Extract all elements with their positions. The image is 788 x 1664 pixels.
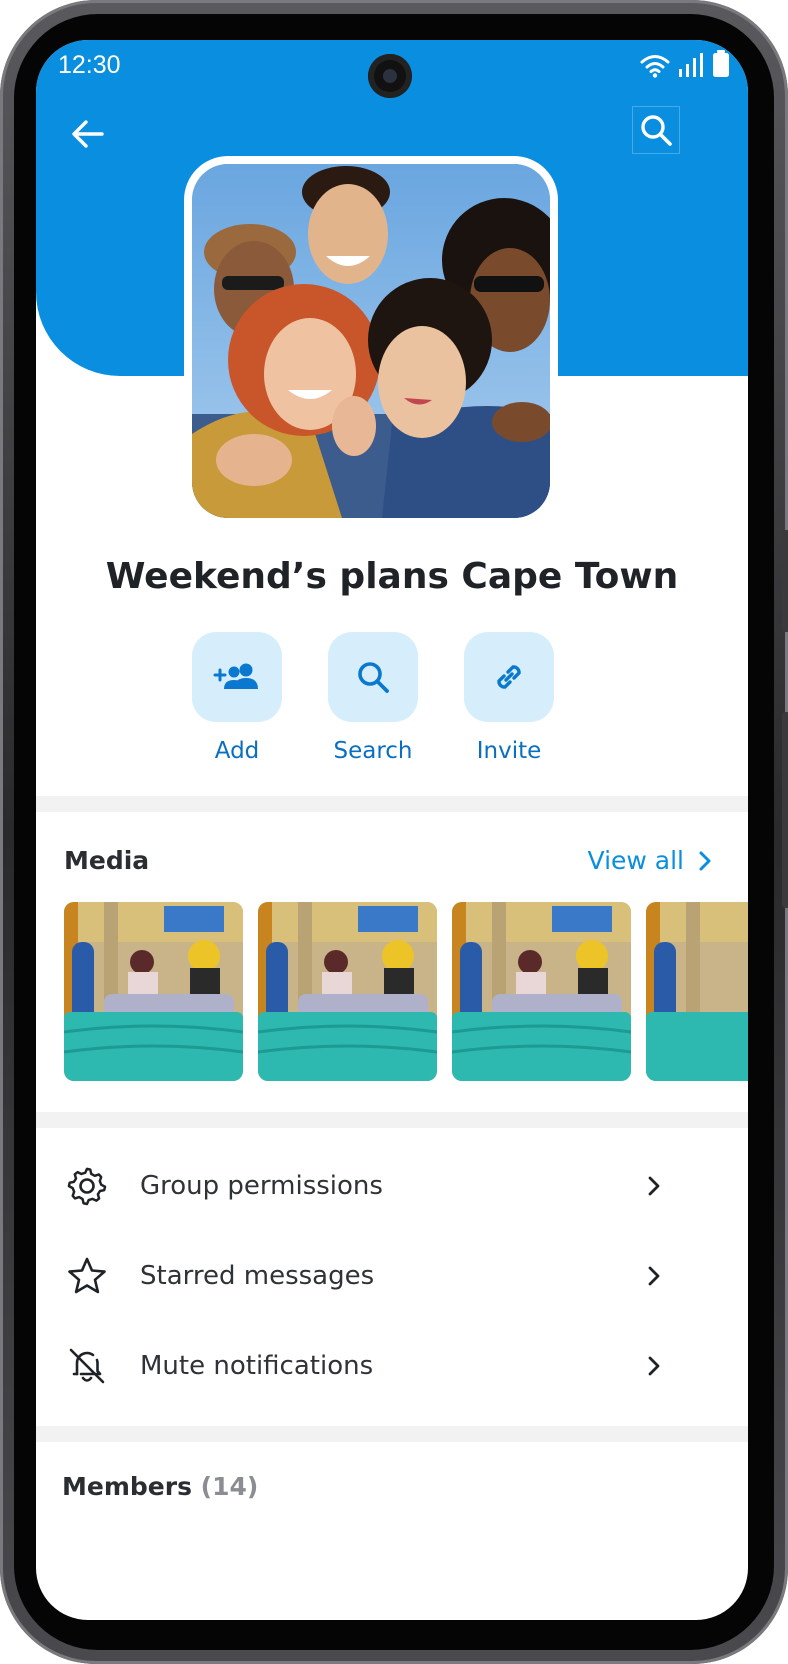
view-all-label: View all [587,846,684,875]
bell-off-icon [66,1345,108,1387]
search-action[interactable]: Search [328,632,418,764]
media-thumbnail[interactable] [258,902,437,1081]
group-title: Weekend’s plans Cape Town [105,556,679,597]
add-label: Add [214,738,260,764]
media-thumbnail[interactable] [646,902,748,1081]
chevron-right-icon [644,1261,664,1291]
menu-item-mute-notifications[interactable]: Mute notifications [36,1324,748,1408]
invite-action[interactable]: Invite [464,632,554,764]
status-time: 12:30 [58,51,121,79]
link-icon [497,665,521,689]
section-divider [36,796,748,812]
add-people-icon [213,663,258,689]
search-button[interactable] [328,632,418,722]
header-search-button[interactable] [632,106,680,154]
gear-icon [66,1165,108,1207]
chevron-right-icon [699,851,711,870]
menu-item-starred-messages[interactable]: Starred messages [36,1234,748,1318]
menu-item-group-permissions[interactable]: Group permissions [36,1144,748,1228]
add-button[interactable] [192,632,282,722]
group-avatar[interactable] [184,156,558,526]
media-section-title: Media [64,846,150,875]
wifi-icon [640,55,670,78]
invite-label: Invite [476,738,542,764]
signal-icon [679,53,703,77]
volume-button [782,530,788,632]
chevron-right-icon [644,1351,664,1381]
invite-button[interactable] [464,632,554,722]
media-photo [64,902,243,1081]
members-count: (14) [200,1472,259,1501]
group-photo [192,164,550,518]
chevron-right-icon [644,1171,664,1201]
quick-actions: Add Search Invite [192,632,554,764]
battery-icon [713,50,729,77]
media-thumbnail[interactable] [452,902,631,1081]
status-icons [640,50,730,78]
menu-item-label: Mute notifications [140,1351,374,1381]
section-divider [36,1112,748,1128]
media-thumbnail[interactable] [64,902,243,1081]
front-camera [368,54,412,98]
back-button[interactable] [66,112,110,156]
add-action[interactable]: Add [192,632,282,764]
media-photo [452,902,631,1081]
menu-item-label: Starred messages [140,1261,375,1291]
view-all-link[interactable]: View all [588,846,712,875]
star-icon [66,1255,108,1297]
members-label: Members [62,1472,192,1501]
menu-item-label: Group permissions [140,1171,383,1201]
screen: 12:30 Weekend’s plans Cape Town Add Sear… [36,40,748,1620]
search-icon [641,115,672,146]
power-button [782,712,788,908]
media-photo [258,902,437,1081]
media-photo [646,902,748,1081]
media-thumbnails [64,902,748,1081]
section-divider [36,1426,748,1442]
search-icon [358,662,389,693]
members-heading: Members (14) [62,1472,258,1501]
search-label: Search [333,738,413,764]
arrow-left-icon [72,120,104,148]
status-bar: 12:30 [36,40,748,98]
group-photo-illustration [192,164,550,518]
